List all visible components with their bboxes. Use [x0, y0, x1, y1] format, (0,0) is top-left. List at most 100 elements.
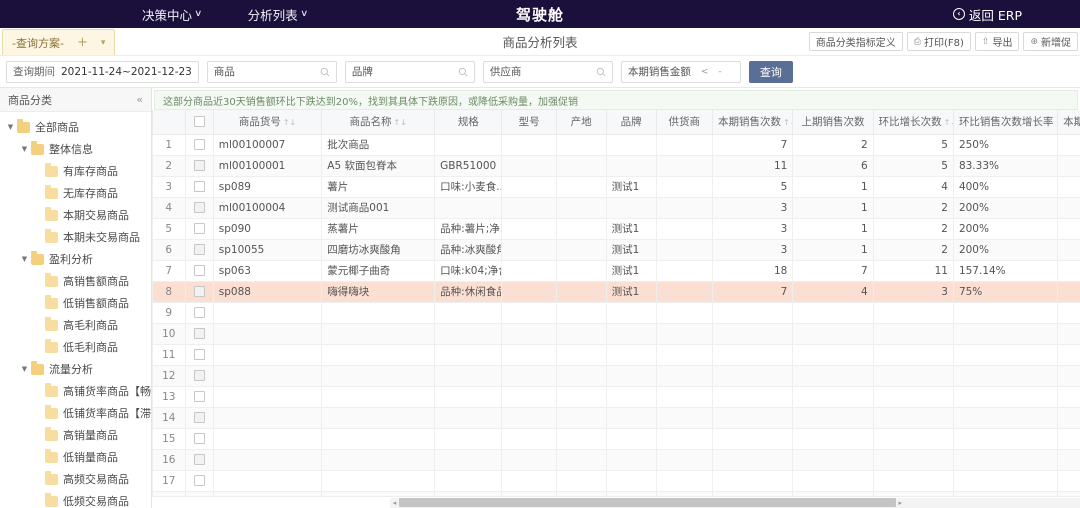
operator-right[interactable]: -	[718, 67, 721, 77]
table-row[interactable]: 12	[153, 365, 1080, 386]
sidebar-item-12[interactable]: 高铺货率商品【畅销】	[0, 380, 151, 402]
sidebar-item-13[interactable]: 低铺货率商品【滞销】	[0, 402, 151, 424]
scrollbar-track[interactable]: ◂ ▸	[390, 498, 1080, 508]
table-row[interactable]: 16	[153, 449, 1080, 470]
tree-toggle-caret-down-icon[interactable]: ▼	[18, 145, 31, 153]
table-row[interactable]: 7sp063蒙元椰子曲奇口味:k04;净含...测试118711157.14%4…	[153, 260, 1080, 281]
row-checkbox[interactable]	[194, 349, 205, 360]
sidebar-item-10[interactable]: 低毛利商品	[0, 336, 151, 358]
table-row[interactable]: 15	[153, 428, 1080, 449]
row-checkbox[interactable]	[194, 391, 205, 402]
sidebar-item-16[interactable]: 高频交易商品	[0, 468, 151, 490]
select-all-checkbox[interactable]	[194, 116, 205, 127]
sidebar-item-5[interactable]: 本期未交易商品	[0, 226, 151, 248]
row-checkbox[interactable]	[194, 139, 205, 150]
horizontal-scrollbar[interactable]: ◂ ▸	[152, 496, 1080, 508]
sidebar-item-7[interactable]: 高销售额商品	[0, 270, 151, 292]
sidebar-item-4[interactable]: 本期交易商品	[0, 204, 151, 226]
column-header-code[interactable]: 商品货号↑↓	[213, 110, 322, 134]
supplier-search-input[interactable]: 供应商	[483, 61, 613, 83]
grid-scroll-container[interactable]: 商品货号↑↓商品名称↑↓规格型号产地品牌供货商本期销售次数↑↓上期销售次数环比增…	[152, 110, 1080, 496]
sort-toggle-icon[interactable]: ↑↓	[783, 118, 793, 127]
sidebar-item-8[interactable]: 低销售额商品	[0, 292, 151, 314]
cell-origin	[556, 365, 606, 386]
row-checkbox[interactable]	[194, 244, 205, 255]
row-checkbox[interactable]	[194, 160, 205, 171]
row-checkbox[interactable]	[194, 307, 205, 318]
product-search-input[interactable]: 商品	[207, 61, 337, 83]
tree-toggle-caret-down-icon[interactable]: ▼	[18, 255, 31, 263]
back-to-erp-button[interactable]: ‹ 返回 ERP	[953, 5, 1022, 24]
table-row[interactable]: 1ml00100007批次商品725250%1,112801,0	[153, 134, 1080, 155]
sales-amount-filter[interactable]: 本期销售金额 < -	[621, 61, 741, 83]
add-promotion-button[interactable]: ⊕ 新增促	[1023, 32, 1078, 51]
sidebar-item-1[interactable]: ▼整体信息	[0, 138, 151, 160]
sort-toggle-icon[interactable]: ↑↓	[283, 118, 296, 127]
brand-search-input[interactable]: 品牌	[345, 61, 475, 83]
table-row[interactable]: 4ml00100004测试商品001312200%69155	[153, 197, 1080, 218]
date-range-field[interactable]: 查询期间 2021-11-24~2021-12-23	[6, 61, 199, 83]
cell-idx: 11	[153, 344, 186, 365]
cell-prev_cnt	[793, 365, 873, 386]
operator-left[interactable]: <	[701, 67, 709, 77]
sidebar-item-14[interactable]: 高销量商品	[0, 424, 151, 446]
sidebar-item-0[interactable]: ▼全部商品	[0, 116, 151, 138]
table-row[interactable]: 5sp090蒸薯片品种:薯片;净...测试1312200%1806012	[153, 218, 1080, 239]
plus-icon[interactable]: +	[77, 35, 88, 50]
table-row[interactable]: 3sp089薯片口味:小麦食...测试1514400%300602	[153, 176, 1080, 197]
scrollbar-thumb[interactable]	[399, 498, 896, 507]
sort-toggle-icon[interactable]: ↑↓	[394, 118, 407, 127]
export-button[interactable]: ⇧ 导出	[975, 32, 1020, 51]
sidebar-item-11[interactable]: ▼流量分析	[0, 358, 151, 380]
sidebar-item-17[interactable]: 低频交易商品	[0, 490, 151, 508]
table-row[interactable]: 17	[153, 470, 1080, 491]
sidebar-item-15[interactable]: 低销量商品	[0, 446, 151, 468]
table-row[interactable]: 6sp10055四磨坊冰爽酸角品种:冰爽酸角...测试1312200%18060…	[153, 239, 1080, 260]
print-button[interactable]: ⎙ 打印(F8)	[907, 32, 971, 51]
scroll-left-arrow-icon[interactable]: ◂	[390, 499, 399, 507]
table-row[interactable]: 10	[153, 323, 1080, 344]
query-button[interactable]: 查询	[749, 61, 793, 83]
tree-toggle-caret-down-icon[interactable]: ▼	[4, 123, 17, 131]
table-row[interactable]: 18	[153, 491, 1080, 496]
row-checkbox[interactable]	[194, 328, 205, 339]
table-row[interactable]: 9	[153, 302, 1080, 323]
category-metric-definition-button[interactable]: 商品分类指标定义	[809, 32, 903, 51]
row-checkbox[interactable]	[194, 433, 205, 444]
nav-item-analysis-list[interactable]: 分析列表 ∨	[242, 5, 314, 24]
table-row[interactable]: 8sp088嗨得嗨块品种:休闲食品...测试174375%36024012	[153, 281, 1080, 302]
table-row[interactable]: 13	[153, 386, 1080, 407]
row-checkbox[interactable]	[194, 202, 205, 213]
cell-spec	[435, 428, 502, 449]
row-checkbox[interactable]	[194, 370, 205, 381]
row-checkbox[interactable]	[194, 454, 205, 465]
scroll-right-arrow-icon[interactable]: ▸	[896, 499, 905, 507]
row-checkbox[interactable]	[194, 223, 205, 234]
column-header-cur_cnt[interactable]: 本期销售次数↑↓	[713, 110, 793, 134]
column-header-name[interactable]: 商品名称↑↓	[322, 110, 435, 134]
row-checkbox[interactable]	[194, 412, 205, 423]
tree-toggle-caret-down-icon[interactable]: ▼	[18, 365, 31, 373]
sidebar-item-2[interactable]: 有库存商品	[0, 160, 151, 182]
column-header-grow_cnt[interactable]: 环比增长次数↑↓	[873, 110, 953, 134]
sidebar-item-9[interactable]: 高毛利商品	[0, 314, 151, 336]
table-row[interactable]: 2ml00100001A5 软面包脊本GBR51000116583.33%10,…	[153, 155, 1080, 176]
row-checkbox[interactable]	[194, 265, 205, 276]
row-checkbox[interactable]	[194, 181, 205, 192]
folder-icon	[45, 210, 58, 221]
sidebar-item-6[interactable]: ▼盈利分析	[0, 248, 151, 270]
sidebar-item-3[interactable]: 无库存商品	[0, 182, 151, 204]
nav-item-decision-center[interactable]: 决策中心 ∨	[136, 5, 208, 24]
cell-cur_cnt	[713, 386, 793, 407]
category-sidebar: 商品分类 « ▼全部商品▼整体信息有库存商品无库存商品本期交易商品本期未交易商品…	[0, 88, 152, 508]
chevron-double-left-icon[interactable]: «	[136, 93, 143, 106]
column-header-cur_amt[interactable]: 本期销售金额↑↓	[1058, 110, 1080, 134]
query-scheme-tab[interactable]: -查询方案- + ▾	[2, 29, 115, 55]
chevron-down-icon[interactable]: ▾	[101, 38, 106, 48]
sort-toggle-icon[interactable]: ↑↓	[944, 118, 954, 127]
table-row[interactable]: 11	[153, 344, 1080, 365]
row-checkbox[interactable]	[194, 286, 205, 297]
table-row[interactable]: 14	[153, 407, 1080, 428]
row-checkbox[interactable]	[194, 475, 205, 486]
cell-prev_cnt: 7	[793, 260, 873, 281]
